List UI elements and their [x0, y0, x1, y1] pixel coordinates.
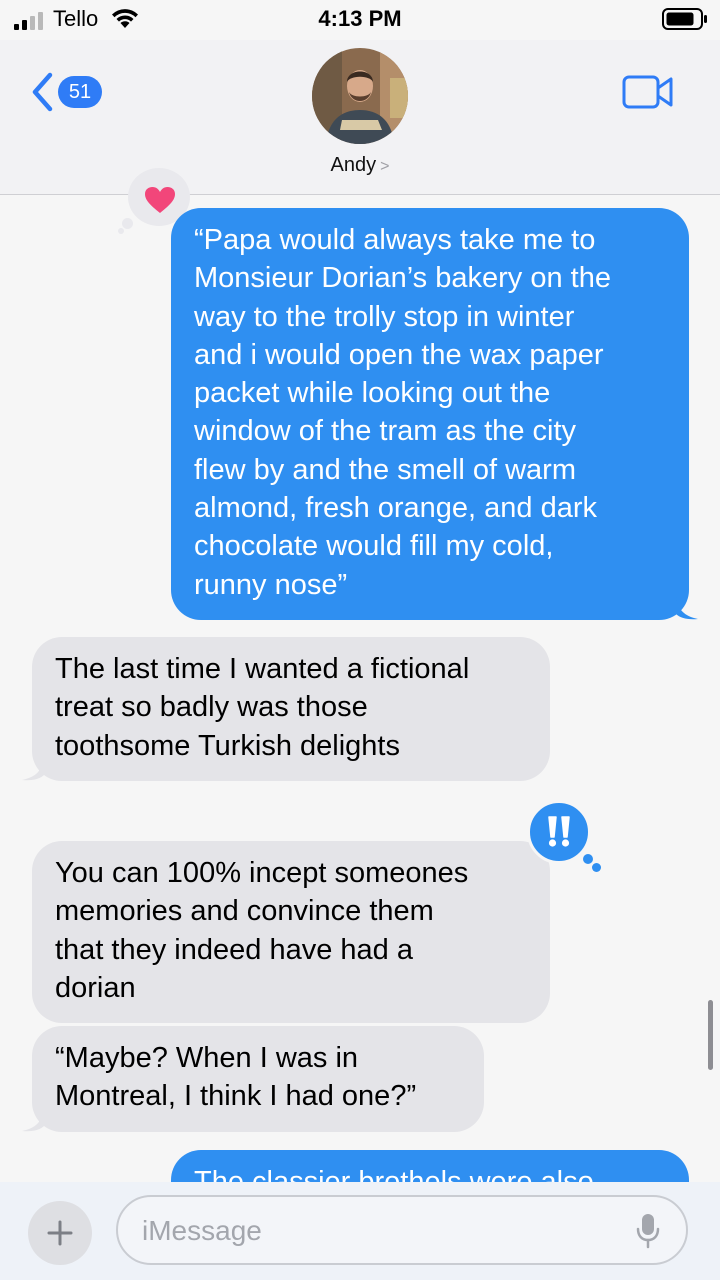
contact-name: Andy [330, 154, 377, 176]
message-bubble-received[interactable]: “Maybe? When I was in Montreal, I think … [32, 1026, 484, 1132]
chevron-right-icon: > [380, 158, 390, 175]
avatar[interactable] [312, 48, 408, 144]
microphone-icon[interactable] [636, 1213, 660, 1249]
message-bubble-sent[interactable]: “Papa would always take me to Monsieur D… [171, 208, 689, 620]
bubble-tail [22, 757, 44, 781]
chevron-left-icon [32, 72, 53, 112]
message-bubble-received[interactable]: The last time I wanted a fictional treat… [32, 637, 550, 781]
battery-icon [662, 8, 707, 30]
scroll-indicator[interactable] [708, 1000, 713, 1070]
message-input[interactable] [142, 1211, 622, 1251]
clock: 4:13 PM [318, 6, 402, 31]
apps-plus-button[interactable] [28, 1201, 92, 1265]
contact-name-button[interactable]: Andy > [0, 154, 720, 177]
compose-bar [0, 1182, 720, 1280]
heart-icon [145, 187, 175, 213]
bubble-tail [676, 596, 698, 620]
message-bubble-received[interactable]: You can 100% incept someones memories an… [32, 841, 550, 1023]
unread-count-badge: 51 [58, 76, 102, 108]
conversation-header: 51 Andy > [0, 40, 720, 195]
tapback-emphasis[interactable] [527, 800, 603, 874]
status-bar: Tello 4:13 PM [0, 0, 720, 40]
exclamation-icon [548, 816, 570, 847]
bubble-tail [22, 1108, 44, 1132]
plus-icon [47, 1220, 73, 1246]
video-camera-icon[interactable] [622, 74, 674, 110]
back-button[interactable]: 51 [30, 72, 102, 112]
message-field[interactable] [116, 1195, 688, 1265]
